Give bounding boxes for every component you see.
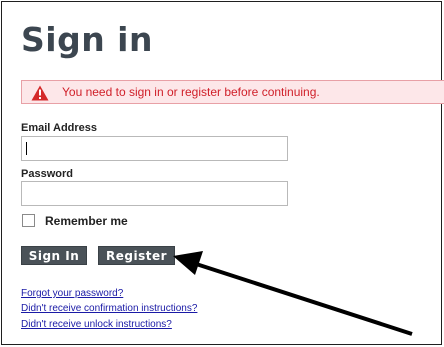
annotation-arrow-icon (173, 251, 413, 336)
